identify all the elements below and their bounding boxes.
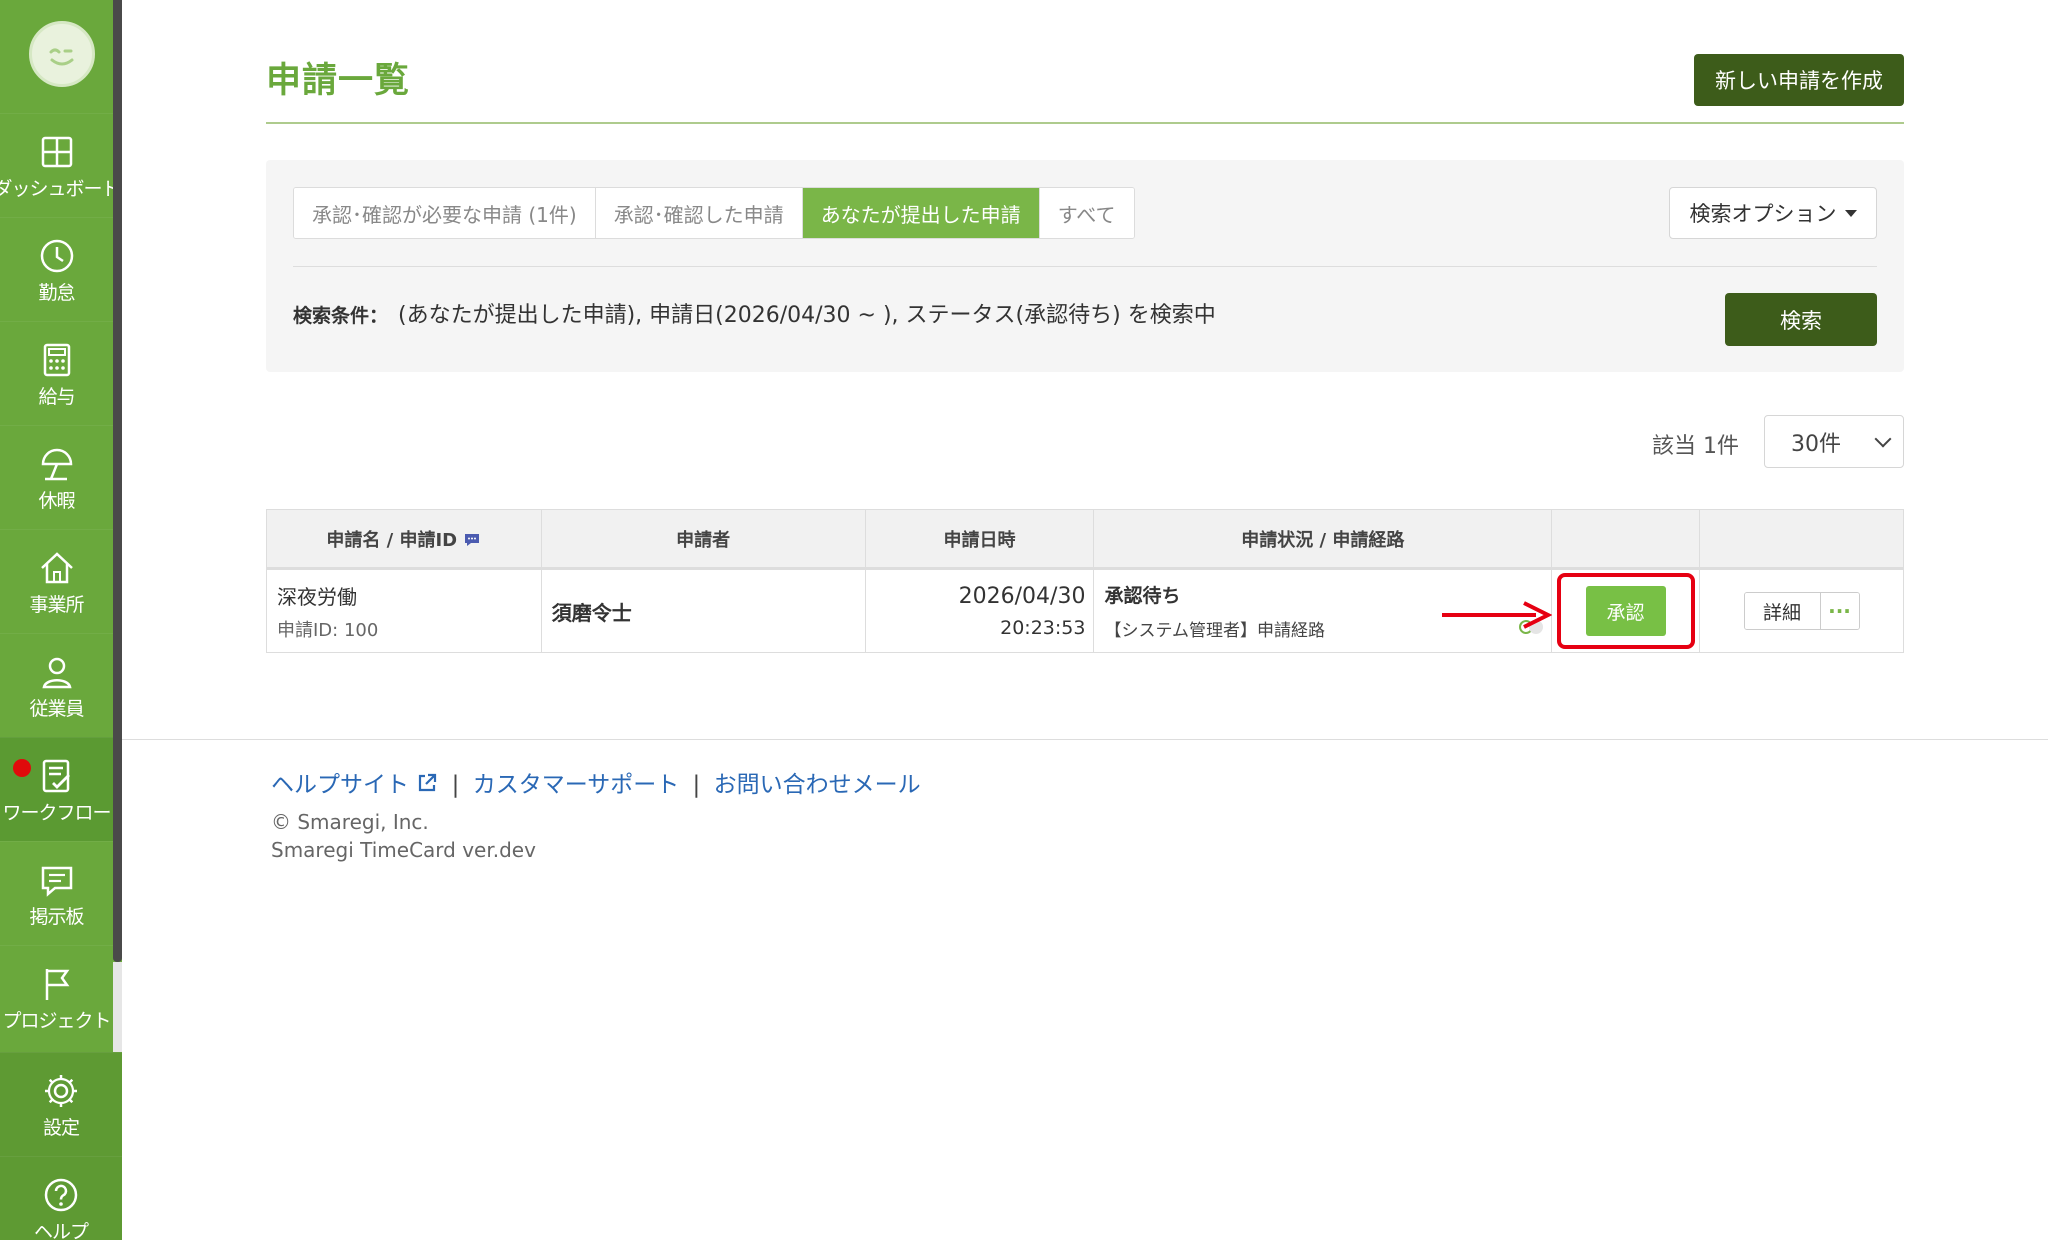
column-header-date: 申請日時	[864, 509, 1095, 570]
search-options-dropdown[interactable]: 検索オプション	[1669, 187, 1877, 239]
tab-all[interactable]: すべて	[1039, 188, 1134, 238]
sidebar-item-label: 設定	[42, 1116, 80, 1139]
question-icon	[44, 1178, 78, 1211]
version-text: Smaregi TimeCard ver.dev	[271, 838, 536, 862]
copyright-text: © Smaregi, Inc.	[271, 810, 429, 834]
calculator-icon	[43, 343, 70, 376]
sidebar-item-bulletin[interactable]: 掲示板	[0, 841, 113, 945]
column-header-action	[1551, 509, 1701, 570]
request-id: 申請ID: 100	[277, 619, 379, 641]
sidebar-item-label: 掲示板	[29, 905, 84, 928]
parasol-icon	[41, 448, 72, 480]
footer-divider	[122, 739, 2048, 740]
filter-panel: 承認･確認が必要な申請 (1件) 承認･確認した申請 あなたが提出した申請 すべ…	[266, 160, 1904, 372]
logo[interactable]	[29, 21, 95, 87]
column-header-applicant: 申請者	[540, 509, 866, 570]
footer-links: ヘルプサイト | カスタマーサポート | お問い合わせメール	[271, 765, 921, 799]
sidebar-item-label: ワークフロー	[2, 801, 111, 824]
sidebar-scrollbar[interactable]	[113, 0, 122, 962]
table-row: 深夜労働 申請ID: 100 須磨令士 2026/04/30 20:23:53 …	[266, 568, 1904, 653]
link-separator: |	[451, 772, 460, 798]
tab-needs-approval[interactable]: 承認･確認が必要な申請 (1件)	[294, 188, 596, 238]
caret-down-icon	[1844, 209, 1857, 217]
column-header-status: 申請状況 / 申請経路	[1093, 509, 1553, 570]
sidebar-item-label: 従業員	[29, 697, 84, 720]
sidebar-scroll-track	[113, 962, 122, 1052]
customer-support-link[interactable]: カスタマーサポート	[473, 772, 680, 798]
sidebar-item-label: 事業所	[29, 593, 84, 616]
sidebar-item-workflow[interactable]: ワークフロー	[0, 737, 113, 841]
per-page-select[interactable]: 30件	[1764, 415, 1904, 468]
sidebar-item-label: ヘルプ	[33, 1220, 89, 1240]
applicant-name: 須磨令士	[551, 600, 632, 625]
search-conditions-label: 検索条件：	[293, 305, 389, 327]
dashboard-icon	[41, 136, 72, 167]
request-name[interactable]: 深夜労働	[277, 581, 541, 610]
per-page-value: 30件	[1791, 431, 1841, 457]
create-new-request-button[interactable]: 新しい申請を作成	[1694, 54, 1904, 106]
result-count: 該当 1件	[1652, 434, 1739, 459]
sidebar-item-label: 休暇	[38, 489, 75, 512]
sidebar-item-project[interactable]: プロジェクト	[0, 945, 113, 1049]
sidebar-item-leave[interactable]: 休暇	[0, 425, 113, 529]
request-table: 申請名 / 申請ID 申請者 申請日時 申請状況 / 申請経路 深夜労働 申請I…	[266, 509, 1904, 653]
tab-submitted-by-you[interactable]: あなたが提出した申請	[802, 188, 1040, 238]
detail-button[interactable]: 詳細	[1744, 593, 1821, 629]
more-options-button[interactable]: ···	[1820, 593, 1859, 629]
notification-dot	[13, 759, 31, 777]
help-site-link[interactable]: ヘルプサイト	[271, 772, 409, 798]
page-title: 申請一覧	[266, 61, 411, 101]
tab-approved[interactable]: 承認･確認した申請	[595, 188, 803, 238]
sidebar: ダッシュボード 勤怠 給与 休暇 事業所 従業員 ワークフロー 掲示板 プロジェ…	[0, 0, 122, 1240]
request-date: 2026/04/30	[958, 583, 1086, 609]
chat-icon	[41, 866, 72, 897]
workflow-icon	[42, 759, 70, 792]
sidebar-item-label: 勤怠	[38, 281, 75, 304]
request-name-cell: 深夜労働 申請ID: 100	[266, 568, 542, 653]
person-icon	[41, 657, 72, 688]
sidebar-item-label: 給与	[38, 385, 75, 408]
sidebar-item-dashboard[interactable]: ダッシュボード	[0, 113, 121, 217]
sidebar-item-office[interactable]: 事業所	[0, 529, 113, 633]
home-icon	[40, 551, 73, 583]
sidebar-item-attendance[interactable]: 勤怠	[0, 217, 113, 321]
search-conditions-text: (あなたが提出した申請), 申請日(2026/04/30 ~ ), ステータス(…	[398, 303, 1216, 328]
sidebar-item-employees[interactable]: 従業員	[0, 633, 113, 737]
panel-divider	[293, 266, 1877, 267]
external-link-icon	[419, 773, 437, 792]
flag-icon	[45, 968, 69, 1000]
link-separator: |	[692, 772, 701, 798]
search-options-label: 検索オプション	[1689, 202, 1837, 226]
approve-cell: 承認	[1551, 568, 1701, 653]
sidebar-item-label: プロジェクト	[2, 1009, 111, 1032]
red-arrow-icon	[1442, 601, 1552, 629]
detail-button-group: 詳細 ···	[1743, 592, 1860, 630]
contact-mail-link[interactable]: お問い合わせメール	[714, 772, 921, 798]
highlight-box	[1557, 573, 1696, 649]
date-cell: 2026/04/30 20:23:53	[864, 568, 1095, 653]
sidebar-bottom: 設定 ヘルプ	[0, 1052, 122, 1240]
search-button[interactable]: 検索	[1725, 293, 1877, 346]
table-header-row: 申請名 / 申請ID 申請者 申請日時 申請状況 / 申請経路	[266, 509, 1904, 570]
column-header-name: 申請名 / 申請ID	[266, 509, 542, 570]
sidebar-item-settings[interactable]: 設定	[0, 1052, 122, 1156]
title-divider	[266, 122, 1904, 124]
request-filter-tabs: 承認･確認が必要な申請 (1件) 承認･確認した申請 あなたが提出した申請 すべ…	[293, 187, 1135, 239]
column-header-menu	[1699, 509, 1904, 570]
chevron-down-icon	[1874, 430, 1892, 448]
sidebar-item-help[interactable]: ヘルプ	[0, 1156, 122, 1240]
detail-cell: 詳細 ···	[1699, 568, 1904, 653]
clock-icon	[40, 239, 73, 272]
request-time: 20:23:53	[1000, 616, 1086, 639]
sidebar-item-payroll[interactable]: 給与	[0, 321, 113, 425]
applicant-cell: 須磨令士	[540, 568, 866, 653]
gear-icon	[45, 1074, 77, 1107]
sidebar-item-label: ダッシュボード	[0, 177, 121, 200]
smile-logo-icon	[41, 33, 83, 75]
comment-icon	[465, 533, 480, 546]
search-conditions: 検索条件： (あなたが提出した申請), 申請日(2026/04/30 ~ ), ス…	[293, 297, 1216, 329]
footer-copyright: © Smaregi, Inc. Smaregi TimeCard ver.dev	[271, 808, 536, 864]
